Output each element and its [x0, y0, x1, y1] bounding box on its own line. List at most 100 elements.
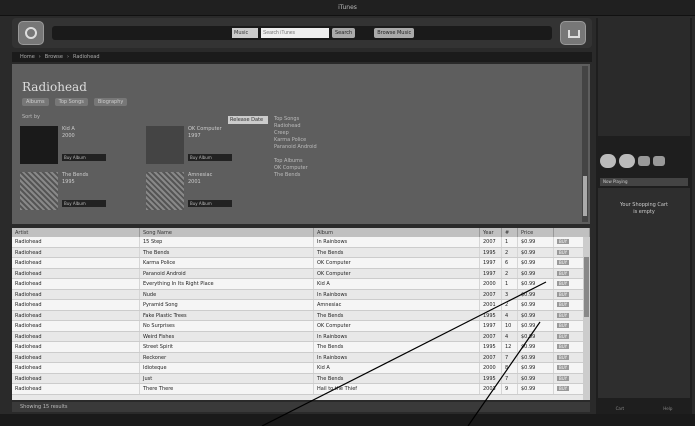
scroll-thumb[interactable]: [584, 257, 589, 317]
title-bar: iTunes: [0, 0, 695, 16]
cell-number: 12: [502, 342, 518, 352]
cell-album: The Bends: [314, 247, 480, 257]
buy-song-button[interactable]: BUY: [557, 312, 570, 318]
footer-link-cart[interactable]: Cart: [616, 406, 624, 414]
breadcrumb-separator: ›: [38, 54, 41, 60]
sidebar-link[interactable]: Karma Police: [274, 137, 374, 144]
buy-song-button[interactable]: BUY: [557, 344, 570, 349]
album-cover[interactable]: [20, 172, 58, 210]
search-button[interactable]: Search: [332, 28, 356, 38]
table-row[interactable]: Radiohead 15 Step In Rainbows 2007 1 $0.99 BUY: [12, 237, 590, 248]
tab-albums[interactable]: Albums: [22, 98, 49, 106]
cell-number: 2: [502, 268, 518, 278]
buy-song-button[interactable]: BUY: [557, 270, 570, 276]
volume-icon[interactable]: [653, 156, 665, 166]
sidebar-link[interactable]: Paranoid Android: [274, 144, 374, 151]
buy-song-button[interactable]: BUY: [557, 302, 570, 307]
buy-song-button[interactable]: BUY: [557, 386, 570, 391]
tab-biography[interactable]: Biography: [93, 98, 128, 106]
buy-song-button[interactable]: BUY: [557, 291, 570, 297]
scroll-thumb[interactable]: [583, 176, 587, 216]
cell-number: 8: [502, 363, 518, 373]
buy-album-button[interactable]: Buy Album: [188, 154, 232, 161]
album-card[interactable]: Amnesiac 2001 Buy Album: [146, 172, 266, 214]
table-row[interactable]: Radiohead Paranoid Android OK Computer 1997…: [12, 268, 590, 279]
table-row[interactable]: Radiohead Street Spirit The Bends 1995 12 $0.…: [12, 342, 590, 353]
album-card[interactable]: OK Computer 1997 Buy Album: [146, 126, 266, 168]
table-scrollbar[interactable]: [583, 237, 590, 400]
buy-album-button[interactable]: Buy Album: [188, 200, 232, 207]
album-cover[interactable]: [146, 126, 184, 164]
sort-select[interactable]: Release Date: [228, 116, 268, 124]
album-cover[interactable]: [146, 172, 184, 210]
next-icon[interactable]: [638, 156, 650, 166]
search-type-select[interactable]: Music: [232, 28, 258, 38]
cell-artist: Radiohead: [12, 237, 140, 247]
cell-price: $0.99: [518, 373, 554, 383]
column-header-artist[interactable]: Artist: [12, 228, 140, 237]
buy-album-button[interactable]: Buy Album: [62, 200, 106, 207]
table-row[interactable]: Radiohead The Bends The Bends 1995 2 $0.99 BUY: [12, 247, 590, 258]
search-input[interactable]: [261, 28, 329, 38]
cell-price: $0.99: [518, 237, 554, 247]
home-logo-icon[interactable]: [18, 21, 44, 45]
table-row[interactable]: Radiohead Everything In Its Right Place Ki…: [12, 279, 590, 290]
column-header-number[interactable]: #: [502, 228, 518, 237]
sidebar-heading: Top Songs: [274, 116, 300, 122]
buy-song-button[interactable]: BUY: [557, 281, 570, 286]
buy-album-button[interactable]: Buy Album: [62, 154, 106, 161]
table-row[interactable]: Radiohead Just The Bends 1995 7 $0.99 BUY: [12, 373, 590, 384]
artwork-panel: [598, 18, 690, 136]
album-card[interactable]: The Bends 1995 Buy Album: [20, 172, 140, 214]
browse-button[interactable]: Browse Music: [374, 28, 415, 38]
table-row[interactable]: Radiohead There There Hail to the Thief 200…: [12, 384, 590, 395]
buy-song-button[interactable]: BUY: [557, 239, 570, 244]
play-icon[interactable]: [619, 154, 635, 168]
table-row[interactable]: Radiohead No Surprises OK Computer 1997 10 $0…: [12, 321, 590, 332]
table-row[interactable]: Radiohead Pyramid Song Amnesiac 2001 2 $0.99 B…: [12, 300, 590, 311]
cell-price: $0.99: [518, 331, 554, 341]
cell-number: 10: [502, 321, 518, 331]
cell-song: 15 Step: [140, 237, 314, 247]
previous-icon[interactable]: [600, 154, 616, 168]
buy-song-button[interactable]: BUY: [557, 365, 570, 370]
buy-song-button[interactable]: BUY: [557, 375, 570, 381]
table-row[interactable]: Radiohead Reckoner In Rainbows 2007 7 $0.99 BU…: [12, 352, 590, 363]
cart-icon[interactable]: [560, 21, 586, 45]
cell-year: 1997: [480, 321, 502, 331]
buy-song-button[interactable]: BUY: [557, 333, 570, 339]
buy-song-button[interactable]: BUY: [557, 249, 570, 255]
buy-song-button[interactable]: BUY: [557, 260, 570, 265]
table-row[interactable]: Radiohead Weird Fishes In Rainbows 2007 4 $0.…: [12, 331, 590, 342]
footer-link-help[interactable]: Help: [663, 406, 672, 414]
breadcrumb-item-browse[interactable]: Browse: [45, 54, 63, 60]
album-card[interactable]: Kid A 2000 Buy Album: [20, 126, 140, 168]
sidebar-link[interactable]: OK Computer: [274, 165, 374, 172]
right-footer: Cart Help: [596, 406, 692, 414]
column-header-year[interactable]: Year: [480, 228, 502, 237]
sidebar-link[interactable]: Radiohead: [274, 123, 374, 130]
breadcrumb-item-home[interactable]: Home: [20, 54, 35, 60]
column-header-price[interactable]: Price: [518, 228, 554, 237]
cell-artist: Radiohead: [12, 321, 140, 331]
album-cover[interactable]: [20, 126, 58, 164]
cell-artist: Radiohead: [12, 289, 140, 299]
buy-song-button[interactable]: BUY: [557, 354, 570, 360]
sidebar-link[interactable]: Creep: [274, 130, 374, 137]
header: Music Search Browse Music: [12, 18, 592, 48]
column-header-album[interactable]: Album: [314, 228, 480, 237]
table-row[interactable]: Radiohead Idioteque Kid A 2000 8 $0.99 BUY: [12, 363, 590, 374]
tab-top-songs[interactable]: Top Songs: [54, 98, 88, 106]
cell-number: 2: [502, 300, 518, 310]
table-row[interactable]: Radiohead Karma Police OK Computer 1997 6 $0.…: [12, 258, 590, 269]
cell-number: 9: [502, 384, 518, 394]
table-row[interactable]: Radiohead Nude In Rainbows 2007 3 $0.99 BUY: [12, 289, 590, 300]
sidebar-link[interactable]: The Bends: [274, 172, 374, 179]
table-row[interactable]: Radiohead Fake Plastic Trees The Bends 1995…: [12, 310, 590, 321]
panel-scrollbar[interactable]: [582, 66, 588, 222]
column-header-song[interactable]: Song Name: [140, 228, 314, 237]
cell-song: Street Spirit: [140, 342, 314, 352]
cell-price: $0.99: [518, 279, 554, 289]
buy-song-button[interactable]: BUY: [557, 323, 570, 328]
status-text: Showing 15 results: [20, 404, 68, 410]
